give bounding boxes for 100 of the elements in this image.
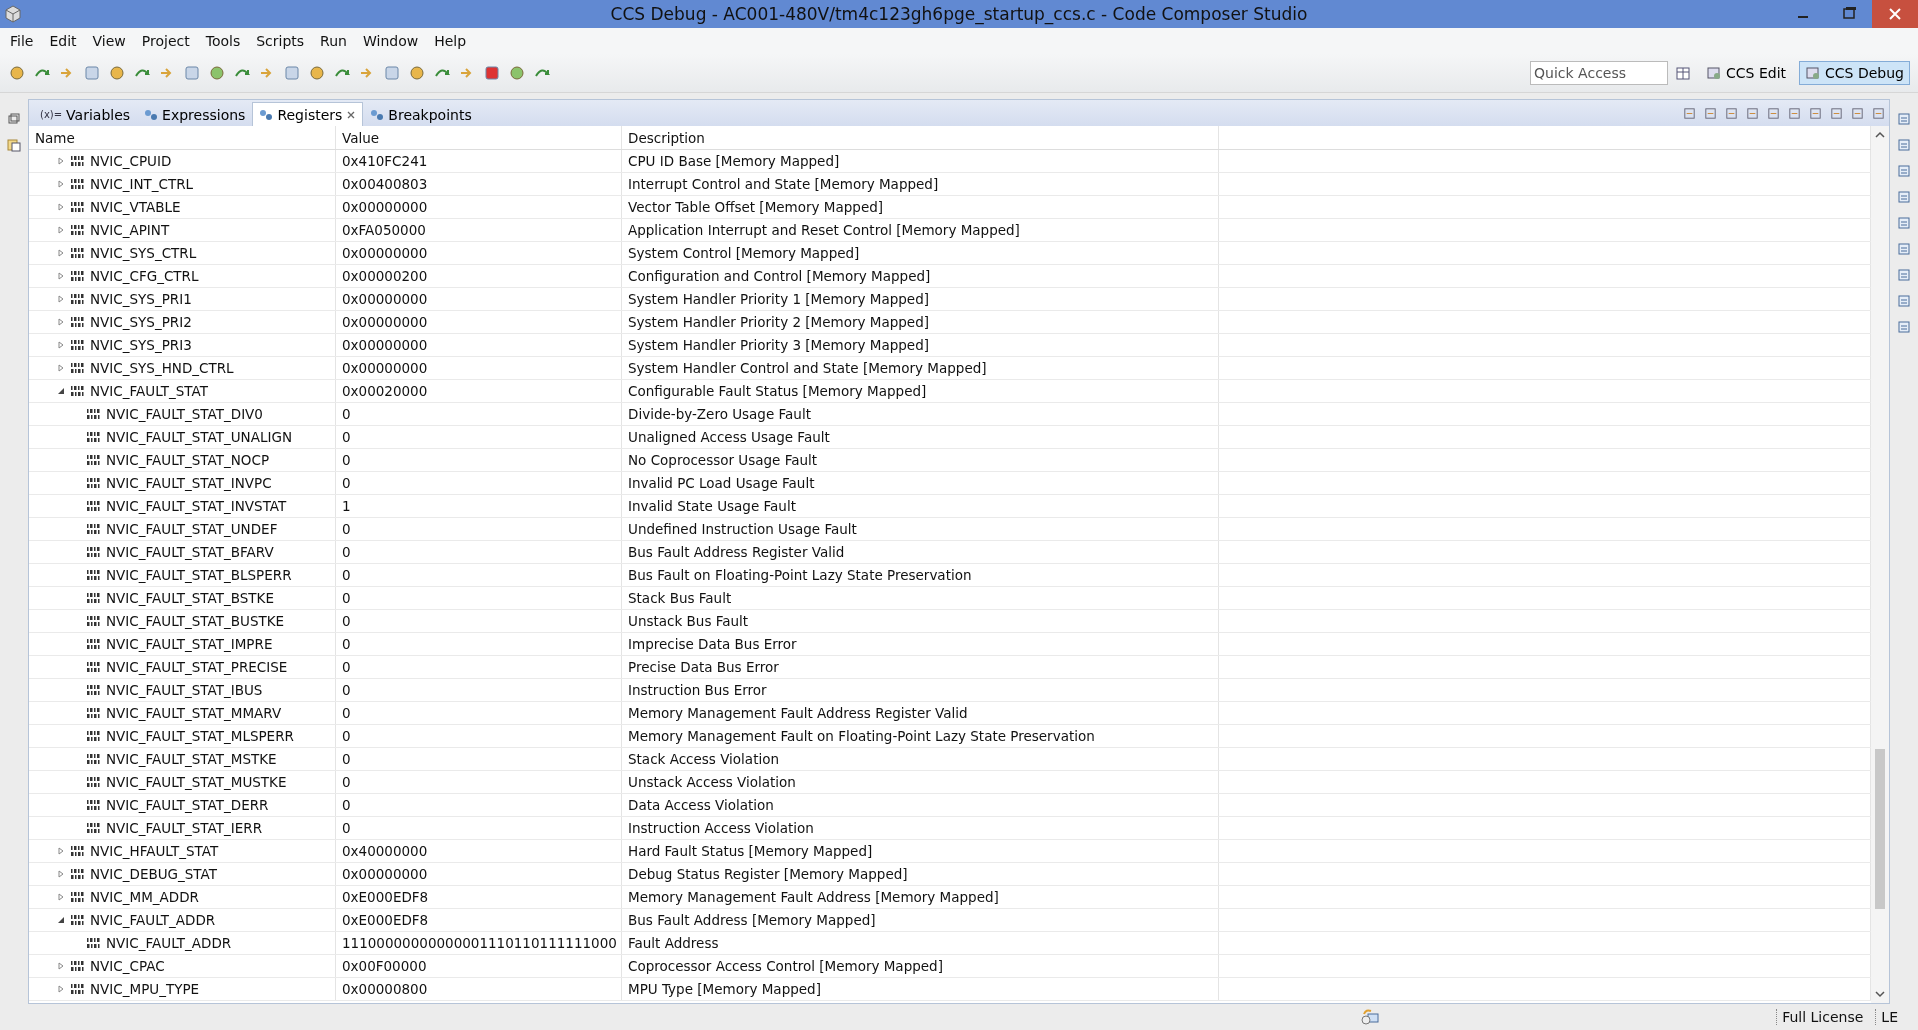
project-icon[interactable] [6, 137, 22, 153]
register-name: NVIC_FAULT_STAT_MUSTKE [106, 774, 287, 790]
toolbar-icon[interactable] [508, 64, 526, 82]
register-description: Divide-by-Zero Usage Fault [622, 403, 1219, 425]
column-header[interactable]: Description [622, 126, 1219, 149]
view-tab[interactable]: Breakpoints [363, 102, 479, 126]
toolbar-icon[interactable] [208, 64, 226, 82]
register-value: 0 [336, 725, 622, 747]
register-name: NVIC_FAULT_STAT_IBUS [106, 682, 263, 698]
expand-icon[interactable] [57, 203, 65, 211]
close-icon[interactable] [346, 109, 357, 120]
toolbar-icon[interactable] [83, 64, 101, 82]
view-toolbar-icon[interactable] [1745, 106, 1760, 121]
view-tab[interactable]: Expressions [137, 102, 253, 126]
view-toolbar-icon[interactable] [1703, 106, 1718, 121]
expand-icon[interactable] [57, 180, 65, 188]
view-toolbar-icon[interactable] [1871, 106, 1886, 121]
register-icon [87, 685, 101, 695]
toolbar-icon[interactable] [8, 64, 26, 82]
collapse-icon[interactable] [57, 387, 65, 395]
register-name: NVIC_FAULT_STAT_PRECISE [106, 659, 288, 675]
trim-icon[interactable] [1896, 241, 1912, 257]
menu-item[interactable]: Help [426, 33, 475, 49]
menu-item[interactable]: Tools [197, 33, 249, 49]
toolbar-icon[interactable] [183, 64, 201, 82]
view-toolbar-icon[interactable] [1808, 106, 1823, 121]
register-name: NVIC_FAULT_STAT_MSTKE [106, 751, 277, 767]
column-header[interactable]: Name [29, 126, 336, 149]
view-toolbar-icon[interactable] [1787, 106, 1802, 121]
restore-icon[interactable] [6, 111, 22, 127]
expand-icon[interactable] [57, 364, 65, 372]
menu-item[interactable]: Project [133, 33, 198, 49]
vertical-scrollbar[interactable] [1871, 126, 1889, 1003]
collapse-icon[interactable] [57, 916, 65, 924]
register-description: System Handler Priority 3 [Memory Mapped] [622, 334, 1219, 356]
register-description: CPU ID Base [Memory Mapped] [622, 150, 1219, 172]
register-value: 0x00400803 [336, 173, 622, 195]
trim-icon[interactable] [1896, 137, 1912, 153]
expand-icon[interactable] [57, 249, 65, 257]
trim-icon[interactable] [1896, 319, 1912, 335]
expand-icon[interactable] [57, 847, 65, 855]
toolbar-icon[interactable] [308, 64, 326, 82]
register-icon [87, 593, 101, 603]
trim-icon[interactable] [1896, 111, 1912, 127]
register-icon [71, 202, 85, 212]
register-description: Bus Fault Address [Memory Mapped] [622, 909, 1219, 931]
expand-icon[interactable] [57, 272, 65, 280]
toolbar-icon[interactable] [483, 64, 501, 82]
scroll-up-icon[interactable] [1874, 130, 1886, 140]
view-toolbar-icon[interactable] [1829, 106, 1844, 121]
column-header[interactable]: Value [336, 126, 622, 149]
register-value: 0 [336, 794, 622, 816]
perspective-icon [1805, 65, 1822, 81]
toolbar-icon[interactable] [283, 64, 301, 82]
view-tab[interactable]: (x)= Variables [33, 102, 138, 126]
view-tab[interactable]: Registers [252, 102, 364, 126]
menu-item[interactable]: Window [354, 33, 427, 49]
scroll-down-icon[interactable] [1874, 989, 1886, 999]
expand-icon[interactable] [57, 985, 65, 993]
trim-icon[interactable] [1896, 293, 1912, 309]
scroll-thumb[interactable] [1875, 749, 1885, 909]
register-description: Vector Table Offset [Memory Mapped] [622, 196, 1219, 218]
menu-item[interactable]: View [84, 33, 134, 49]
trim-icon[interactable] [1896, 163, 1912, 179]
toolbar-icon[interactable] [383, 64, 401, 82]
menu-item[interactable]: Edit [41, 33, 85, 49]
register-icon [87, 409, 101, 419]
expand-icon[interactable] [57, 226, 65, 234]
view-toolbar-icon[interactable] [1766, 106, 1781, 121]
expand-icon[interactable] [57, 295, 65, 303]
close-icon[interactable] [1872, 0, 1918, 28]
view-toolbar-icon[interactable] [1850, 106, 1865, 121]
register-icon [87, 432, 101, 442]
register-name: NVIC_FAULT_STAT_NOCP [106, 452, 270, 468]
expand-icon[interactable] [57, 893, 65, 901]
perspective-button[interactable]: CCS Debug [1799, 61, 1910, 85]
expand-icon[interactable] [57, 341, 65, 349]
quick-access-field[interactable]: Quick Access [1530, 61, 1669, 85]
trim-icon[interactable] [1896, 215, 1912, 231]
register-name: NVIC_FAULT_STAT_UNDEF [106, 521, 278, 537]
menu-item[interactable]: File [2, 33, 42, 49]
register-description: System Handler Control and State [Memory Mapped] [622, 357, 1219, 379]
expand-icon[interactable] [57, 318, 65, 326]
register-icon [71, 156, 85, 166]
menu-item[interactable]: Run [312, 33, 355, 49]
perspective-button[interactable]: CCS Edit [1700, 61, 1793, 85]
expand-icon[interactable] [57, 870, 65, 878]
toolbar-icon[interactable] [108, 64, 126, 82]
toolbar-icon[interactable] [408, 64, 426, 82]
view-toolbar-icon[interactable] [1682, 106, 1697, 121]
expand-icon[interactable] [57, 962, 65, 970]
expand-icon[interactable] [57, 157, 65, 165]
register-name: NVIC_MPU_TYPE [90, 981, 200, 997]
trim-icon[interactable] [1896, 267, 1912, 283]
trim-icon[interactable] [1896, 189, 1912, 205]
register-icon [71, 340, 85, 350]
register-value: 1 [336, 495, 622, 517]
remote-system-icon[interactable] [1360, 1008, 1380, 1026]
menu-item[interactable]: Scripts [248, 33, 313, 49]
view-toolbar-icon[interactable] [1724, 106, 1739, 121]
